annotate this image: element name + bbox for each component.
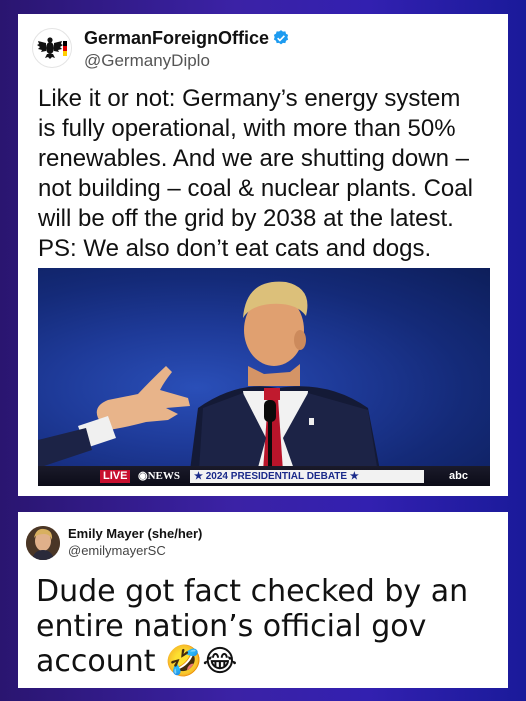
tweet-text-line: PS: We also don’t eat cats and dogs. [38,235,432,262]
author-handle[interactable]: @GermanyDiplo [84,51,210,71]
abc-news-label: ◉NEWS [138,470,181,482]
author-name[interactable]: GermanForeignOffice [84,28,290,49]
news-ticker-bar: LIVE ◉NEWS ★ 2024 PRESIDENTIAL DEBATE ★ … [38,466,490,486]
tweet-text-line: will be off the grid by 2038 at the late… [38,205,454,232]
news-label-text: NEWS [147,470,181,482]
tweet-text-line: is fully operational, with more than 50% [38,115,456,142]
tweet-text: Dude got fact checked by an entire natio… [36,574,496,679]
german-flag-icon [63,41,67,56]
tweet-text-line: account 🤣😂 [36,644,238,679]
reply-tweet-card: Emily Mayer (she/her) @emilymayerSC Dude… [18,512,508,688]
tweet-text-line: Like it or not: Germany’s energy system [38,85,461,112]
presidential-debate-banner: ★ 2024 PRESIDENTIAL DEBATE ★ [190,470,424,483]
user-photo-icon [26,526,60,560]
tweet-text-line: entire nation’s official gov [36,609,427,644]
quoted-tweet-card: GermanForeignOffice @GermanyDiplo Like i… [18,14,508,496]
verified-badge-icon [273,30,289,45]
user-avatar[interactable] [26,526,60,560]
author-name-text: GermanForeignOffice [84,28,270,48]
debate-video-still[interactable]: LIVE ◉NEWS ★ 2024 PRESIDENTIAL DEBATE ★ … [38,268,490,486]
tweet-text-line: renewables. And we are shutting down – [38,145,469,172]
tweet-text-line: Dude got fact checked by an [36,574,469,609]
speaker-figure [38,281,383,486]
live-label: LIVE [100,470,131,483]
author-name[interactable]: Emily Mayer (she/her) [68,526,202,541]
author-handle[interactable]: @emilymayerSC [68,543,166,558]
tweet-text: Like it or not: Germany’s energy system … [38,84,498,264]
german-eagle-avatar[interactable] [32,28,72,68]
tweet-text-line: not building – coal & nuclear plants. Co… [38,175,473,202]
abc-logo: abc [449,470,468,482]
